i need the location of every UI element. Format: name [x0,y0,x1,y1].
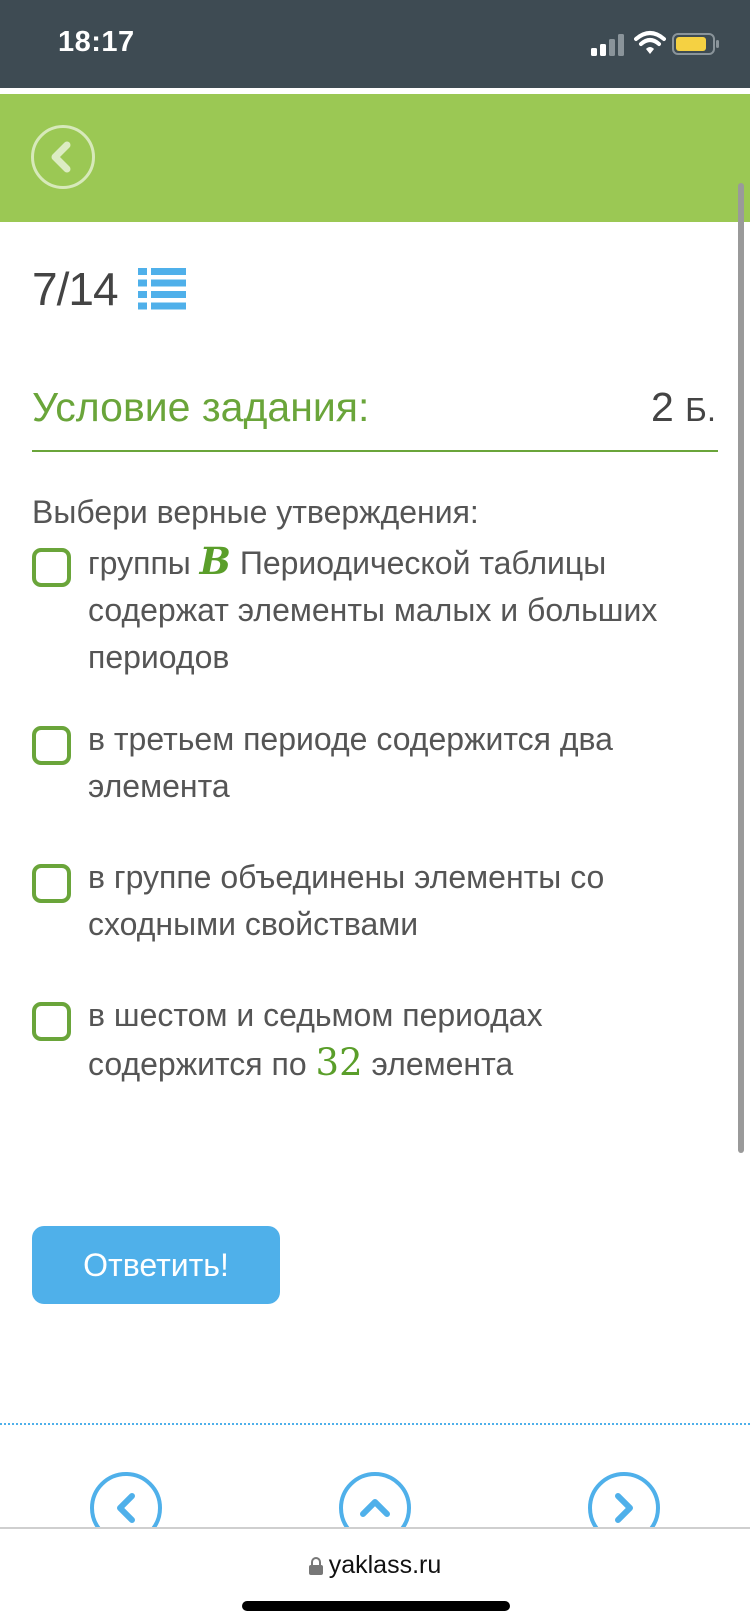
option-text: в третьем периоде содержится два элемент… [88,721,613,804]
option-text: в шестом и седьмом периодах содержится п… [88,992,722,1088]
url-bar[interactable]: yaklass.ru [0,1551,750,1580]
submit-button[interactable]: Ответить! [32,1226,280,1304]
option-text: в группе объединены элементы со сходными… [88,859,605,942]
points-value: 2 Б. [651,384,716,431]
condition-title: Условие задания: [32,384,370,430]
checkbox[interactable] [32,726,71,765]
points-unit: Б. [685,391,716,428]
task-counter: 7/14 [32,262,186,316]
cellular-signal-icon [591,34,624,56]
answer-option-2[interactable]: в третьем периоде содержится два элемент… [32,716,722,816]
lock-icon [308,1557,323,1575]
points-number: 2 [650,384,674,430]
option-text-part: группы [88,545,200,581]
condition-header: Условие задания: 2 Б. [32,384,718,452]
math-symbol: B [199,539,231,583]
status-bar: 18:17 [0,0,750,88]
chevron-left-icon [51,141,71,173]
back-button[interactable] [31,125,95,189]
checkbox[interactable] [32,548,71,587]
answer-option-3[interactable]: в группе объединены элементы со сходными… [32,854,722,954]
url-text: yaklass.ru [328,1551,442,1579]
task-counter-text: 7/14 [32,263,119,315]
instruction-text: Выбери верные утверждения: [32,494,479,530]
browser-bar: yaklass.ru [0,1527,750,1624]
math-number: 32 [315,1041,363,1084]
checkbox[interactable] [32,864,71,903]
divider [0,1423,750,1425]
answer-option-4[interactable]: в шестом и седьмом периодах содержится п… [32,992,722,1102]
scrollbar[interactable] [738,183,744,1153]
home-indicator[interactable] [242,1601,510,1611]
option-text: группы B Периодической таблицы содержат … [88,538,722,681]
status-time: 18:17 [58,26,135,58]
checkbox[interactable] [32,1002,71,1041]
answer-option-1[interactable]: группы B Периодической таблицы содержат … [32,538,722,678]
wifi-icon [634,31,666,54]
app-header [0,94,750,222]
battery-icon [672,33,719,55]
list-icon[interactable] [137,268,186,310]
option-text-part: элемента [362,1046,514,1082]
